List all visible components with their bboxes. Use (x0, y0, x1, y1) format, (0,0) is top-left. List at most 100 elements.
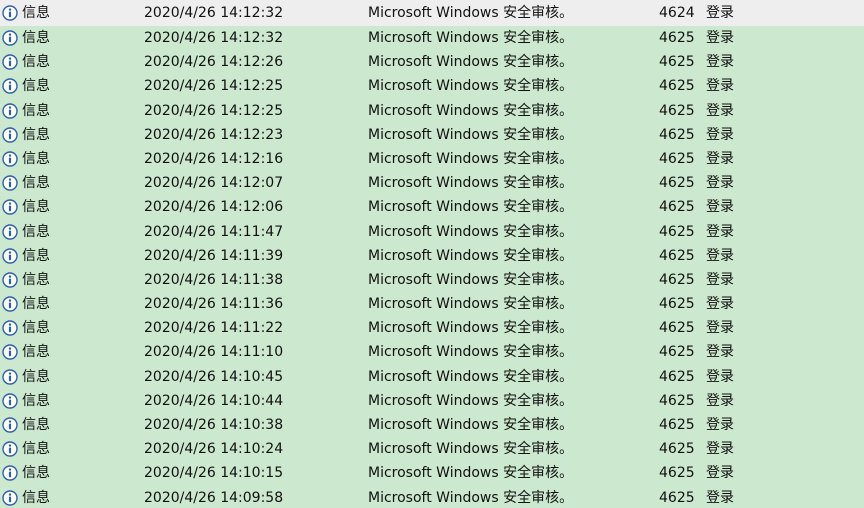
level-cell: 信息 (22, 102, 50, 119)
task-category-cell: 登录 (706, 296, 734, 313)
info-icon (2, 54, 18, 70)
level-cell: 信息 (22, 54, 50, 71)
source-cell: Microsoft Windows 安全审核。 (368, 392, 574, 409)
level-cell: 信息 (22, 368, 50, 385)
event-row[interactable]: 信息 2020/4/26 14:12:32 Microsoft Windows 安全… (0, 26, 864, 51)
level-cell: 信息 (22, 392, 50, 409)
date-time-cell: 2020/4/26 14:11:36 (144, 296, 284, 313)
info-icon (2, 344, 18, 361)
event-id-cell: 4625 (659, 368, 695, 385)
info-icon (2, 465, 18, 482)
event-row[interactable]: 信息 2020/4/26 14:12:07 Microsoft Windows 安全… (0, 171, 864, 196)
level-cell: 信息 (22, 296, 50, 313)
task-category-cell: 登录 (706, 54, 734, 71)
event-row[interactable]: 信息 2020/4/26 14:10:44 Microsoft Windows 安全… (0, 388, 864, 413)
source-cell: Microsoft Windows 安全审核。 (368, 126, 574, 143)
event-id-cell: 4625 (659, 150, 695, 167)
task-category-cell: 登录 (706, 320, 734, 337)
date-time-cell: 2020/4/26 14:11:38 (144, 271, 284, 288)
level-cell: 信息 (22, 199, 50, 216)
level-cell: 信息 (22, 320, 50, 337)
event-id-cell: 4625 (659, 489, 695, 506)
event-row[interactable]: 信息 2020/4/26 14:11:38 Microsoft Windows 安全… (0, 267, 864, 293)
event-row[interactable]: 信息 2020/4/26 14:12:25 Microsoft Windows 安全… (0, 98, 864, 123)
source-cell: Microsoft Windows 安全审核。 (368, 417, 574, 433)
source-cell: Microsoft Windows 安全审核。 (368, 30, 574, 46)
level-cell: 信息 (22, 247, 50, 264)
event-id-cell: 4625 (659, 441, 695, 458)
event-row[interactable]: 信息 2020/4/26 14:12:23 Microsoft Windows 安全… (0, 122, 864, 147)
event-row[interactable]: 信息 2020/4/26 14:11:39 Microsoft Windows 安全… (0, 243, 864, 268)
event-row[interactable]: 信息 2020/4/26 14:12:06 Microsoft Windows 安全… (0, 195, 864, 220)
source-cell: Microsoft Windows 安全审核。 (368, 199, 574, 216)
event-row[interactable]: 信息 2020/4/26 14:11:47 Microsoft Windows 安全… (0, 219, 864, 244)
source-cell: Microsoft Windows 安全审核。 (368, 344, 574, 361)
info-icon (2, 417, 18, 433)
task-category-cell: 登录 (706, 344, 734, 361)
info-icon (2, 78, 18, 95)
info-icon (2, 102, 18, 119)
info-icon (2, 393, 18, 409)
date-time-cell: 2020/4/26 14:12:06 (144, 199, 284, 216)
event-id-cell: 4624 (659, 5, 695, 21)
event-id-cell: 4625 (659, 392, 695, 409)
event-id-cell: 4625 (659, 175, 695, 192)
event-id-cell: 4625 (659, 223, 695, 240)
event-id-cell: 4625 (659, 320, 695, 337)
date-time-cell: 2020/4/26 14:10:45 (144, 368, 284, 385)
level-cell: 信息 (22, 489, 50, 506)
task-category-cell: 登录 (706, 392, 734, 409)
level-cell: 信息 (22, 5, 50, 21)
date-time-cell: 2020/4/26 14:11:47 (144, 223, 284, 240)
level-cell: 信息 (22, 126, 50, 143)
source-cell: Microsoft Windows 安全审核。 (368, 489, 574, 506)
event-row[interactable]: 信息 2020/4/26 14:10:38 Microsoft Windows 安全… (0, 413, 864, 438)
event-id-cell: 4625 (659, 54, 695, 71)
event-id-cell: 4625 (659, 78, 695, 95)
task-category-cell: 登录 (706, 78, 734, 95)
date-time-cell: 2020/4/26 14:11:39 (144, 247, 284, 264)
info-icon (2, 368, 18, 385)
info-icon (2, 151, 18, 167)
task-category-cell: 登录 (706, 30, 734, 46)
event-row[interactable]: 信息 2020/4/26 14:09:58 Microsoft Windows 安全… (0, 485, 864, 508)
source-cell: Microsoft Windows 安全审核。 (368, 368, 574, 385)
event-row[interactable]: 信息 2020/4/26 14:11:10 Microsoft Windows 安全… (0, 340, 864, 365)
task-category-cell: 登录 (706, 489, 734, 506)
info-icon (2, 272, 18, 288)
date-time-cell: 2020/4/26 14:12:16 (144, 150, 284, 167)
source-cell: Microsoft Windows 安全审核。 (368, 296, 574, 313)
task-category-cell: 登录 (706, 417, 734, 433)
info-icon (2, 489, 18, 506)
event-id-cell: 4625 (659, 296, 695, 313)
event-list[interactable]: 信息 2020/4/26 14:12:32 Microsoft Windows 安全… (0, 0, 864, 508)
date-time-cell: 2020/4/26 14:12:26 (144, 54, 284, 71)
event-row[interactable]: 信息 2020/4/26 14:11:36 Microsoft Windows 安全… (0, 292, 864, 317)
task-category-cell: 登录 (706, 441, 734, 458)
event-row[interactable]: 信息 2020/4/26 14:12:32 Microsoft Windows 安全… (0, 0, 864, 26)
date-time-cell: 2020/4/26 14:11:10 (144, 344, 284, 361)
event-row[interactable]: 信息 2020/4/26 14:10:15 Microsoft Windows 安全… (0, 461, 864, 486)
task-category-cell: 登录 (706, 126, 734, 143)
source-cell: Microsoft Windows 安全审核。 (368, 465, 574, 482)
level-cell: 信息 (22, 30, 50, 46)
event-row[interactable]: 信息 2020/4/26 14:10:24 Microsoft Windows 安全… (0, 437, 864, 462)
event-id-cell: 4625 (659, 102, 695, 119)
event-row[interactable]: 信息 2020/4/26 14:10:45 Microsoft Windows 安全… (0, 364, 864, 389)
level-cell: 信息 (22, 271, 50, 288)
task-category-cell: 登录 (706, 150, 734, 167)
event-row[interactable]: 信息 2020/4/26 14:12:26 Microsoft Windows 安全… (0, 50, 864, 75)
source-cell: Microsoft Windows 安全审核。 (368, 150, 574, 167)
task-category-cell: 登录 (706, 247, 734, 264)
source-cell: Microsoft Windows 安全审核。 (368, 54, 574, 71)
task-category-cell: 登录 (706, 271, 734, 288)
event-id-cell: 4625 (659, 126, 695, 143)
event-row[interactable]: 信息 2020/4/26 14:12:16 Microsoft Windows 安全… (0, 146, 864, 172)
event-id-cell: 4625 (659, 465, 695, 482)
date-time-cell: 2020/4/26 14:10:24 (144, 441, 284, 458)
source-cell: Microsoft Windows 安全审核。 (368, 78, 574, 95)
event-row[interactable]: 信息 2020/4/26 14:11:22 Microsoft Windows 安全… (0, 316, 864, 341)
event-row[interactable]: 信息 2020/4/26 14:12:25 Microsoft Windows 安全… (0, 74, 864, 99)
date-time-cell: 2020/4/26 14:12:23 (144, 126, 284, 143)
info-icon (2, 5, 18, 21)
